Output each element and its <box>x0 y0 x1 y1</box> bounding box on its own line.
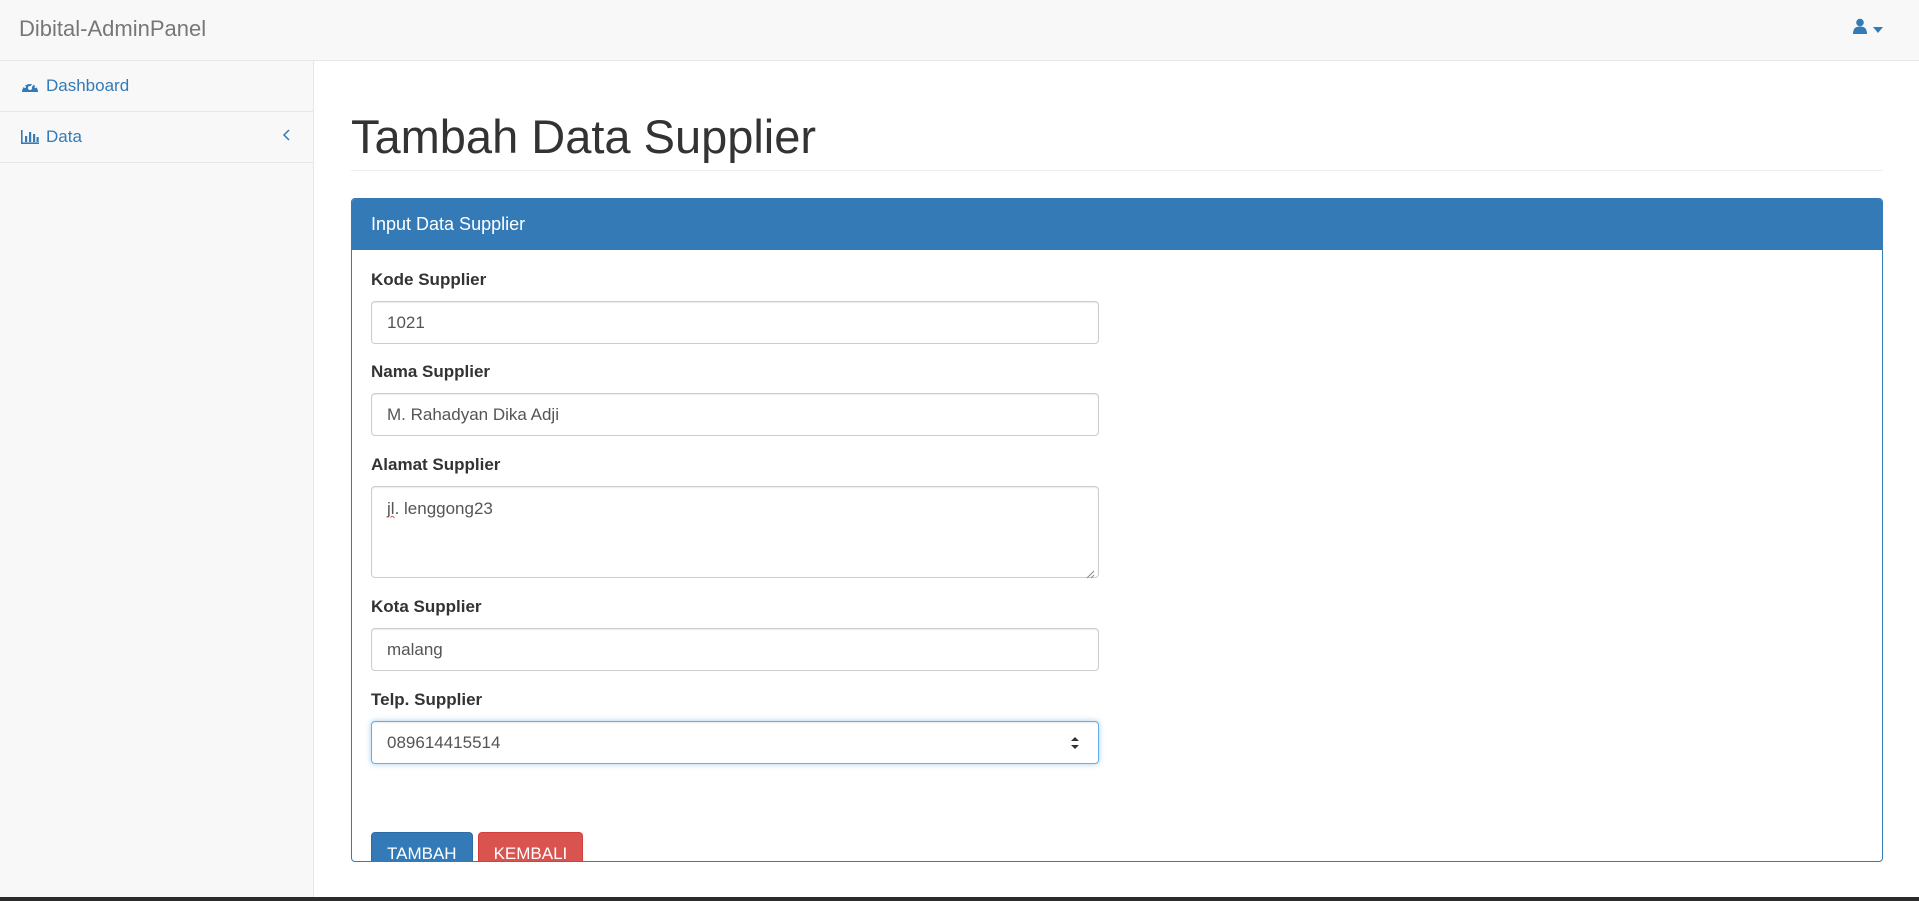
resize-grip-icon[interactable] <box>1085 564 1095 579</box>
kode-supplier-value: 1021 <box>387 312 425 332</box>
kode-supplier-label: Kode Supplier <box>371 270 487 289</box>
nama-supplier-value: M. Rahadyan Dika Adji <box>387 404 559 424</box>
form-actions: TAMBAH KEMBALI <box>371 832 584 861</box>
tachometer-icon <box>20 77 40 95</box>
user-dropdown-toggle[interactable] <box>1853 18 1883 39</box>
spellcheck-underline: jl <box>387 499 395 518</box>
form-group-telp: Telp. Supplier 089614415514 <box>371 690 1099 764</box>
brand-logo[interactable]: Dibital-AdminPanel <box>19 16 206 42</box>
telp-supplier-label: Telp. Supplier <box>371 690 483 709</box>
telp-supplier-input[interactable]: 089614415514 <box>371 721 1099 764</box>
input-panel: Input Data Supplier Kode Supplier 1021 N… <box>351 198 1883 862</box>
page-title: Tambah Data Supplier <box>351 110 817 163</box>
sidebar-item-label: Data <box>46 127 82 146</box>
user-icon <box>1853 18 1867 39</box>
kembali-button[interactable]: KEMBALI <box>477 832 584 861</box>
kota-supplier-label: Kota Supplier <box>371 597 482 616</box>
sidebar-item-data[interactable]: Data <box>0 112 313 163</box>
panel-heading: Input Data Supplier <box>352 199 1882 250</box>
nama-supplier-label: Nama Supplier <box>371 362 491 381</box>
alamat-supplier-value: jl. lenggong23 <box>387 499 493 519</box>
form-group-alamat: Alamat Supplier jl. lenggong23 <box>371 455 1099 579</box>
number-spinner-icon[interactable] <box>1069 734 1081 752</box>
nama-supplier-input[interactable]: M. Rahadyan Dika Adji <box>371 393 1099 436</box>
sidebar-item-label: Dashboard <box>46 76 130 95</box>
bar-chart-icon <box>20 128 40 146</box>
chevron-left-icon <box>281 127 293 141</box>
kota-supplier-input[interactable]: malang <box>371 628 1099 671</box>
alamat-value-rest: . lenggong23 <box>394 499 493 518</box>
alamat-supplier-label: Alamat Supplier <box>371 455 501 474</box>
telp-supplier-value: 089614415514 <box>387 732 501 752</box>
form-group-kode: Kode Supplier 1021 <box>371 270 1099 344</box>
form-group-kota: Kota Supplier malang <box>371 597 1099 671</box>
title-divider <box>351 170 1883 171</box>
kode-supplier-input[interactable]: 1021 <box>371 301 1099 344</box>
tambah-button[interactable]: TAMBAH <box>371 832 473 861</box>
sidebar: Dashboard Data <box>0 61 314 901</box>
form-group-nama: Nama Supplier M. Rahadyan Dika Adji <box>371 362 1099 436</box>
caret-down-icon <box>1873 20 1883 38</box>
window-bottom-edge <box>0 897 1919 901</box>
kota-supplier-value: malang <box>387 639 443 659</box>
sidebar-item-dashboard[interactable]: Dashboard <box>0 61 313 112</box>
alamat-supplier-textarea[interactable]: jl. lenggong23 <box>371 486 1099 579</box>
top-navbar: Dibital-AdminPanel <box>0 0 1919 61</box>
